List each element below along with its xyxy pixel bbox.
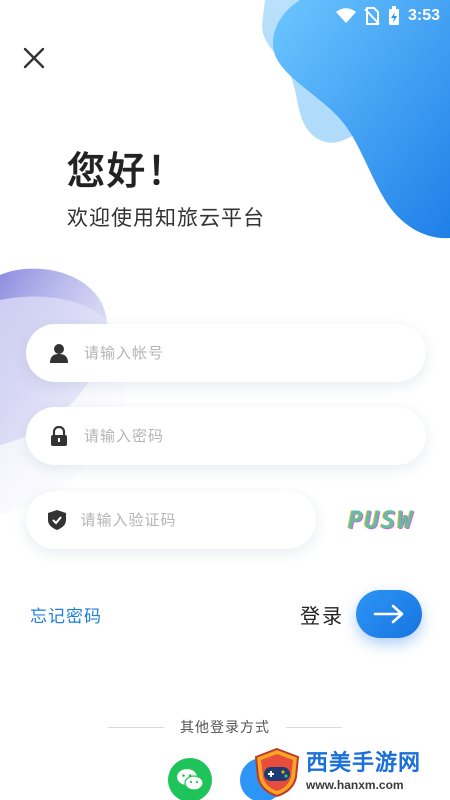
- wechat-icon: [177, 769, 204, 791]
- gamepad-shield-logo-icon: [254, 747, 300, 797]
- forgot-password-link[interactable]: 忘记密码: [30, 602, 102, 627]
- status-time: 3:53: [407, 7, 440, 24]
- divider-line-right: [286, 726, 342, 728]
- wifi-icon: [335, 8, 356, 24]
- battery-charging-icon: [388, 6, 400, 26]
- divider-line-left: [108, 726, 164, 728]
- greeting-title: 您好！: [67, 149, 188, 193]
- captcha-image[interactable]: PUSW: [336, 500, 426, 540]
- password-input[interactable]: [84, 427, 364, 445]
- status-bar: 3:53: [290, 0, 450, 32]
- close-icon: [23, 47, 45, 69]
- wechat-login-button[interactable]: [168, 758, 212, 800]
- other-login-label: 其他登录方式: [180, 720, 270, 736]
- no-sim-icon: [364, 7, 380, 25]
- watermark-text: 西美手游网 www.hanxm.com: [306, 751, 421, 793]
- watermark-url: www.hanxm.com: [306, 778, 404, 792]
- close-button[interactable]: [18, 42, 50, 74]
- other-login-divider: 其他登录方式: [0, 717, 450, 737]
- login-button[interactable]: [356, 590, 422, 638]
- captcha-field[interactable]: [26, 491, 316, 549]
- welcome-subtitle: 欢迎使用知旅云平台: [67, 206, 265, 230]
- account-field[interactable]: [26, 324, 426, 382]
- arrow-right-icon: [373, 604, 404, 624]
- login-screen: 3:53 您好！ 欢迎使用知旅云平台 PUSW 忘记密码 登录: [0, 0, 450, 800]
- site-watermark: 西美手游网 www.hanxm.com: [252, 744, 450, 800]
- user-icon: [48, 342, 70, 364]
- shield-icon: [48, 509, 67, 531]
- background-blob-decoration: [0, 0, 450, 514]
- password-field[interactable]: [26, 407, 426, 465]
- watermark-title: 西美手游网: [306, 751, 422, 776]
- captcha-input[interactable]: [80, 511, 316, 529]
- account-input[interactable]: [84, 344, 364, 362]
- login-label[interactable]: 登录: [300, 600, 344, 629]
- lock-icon: [48, 425, 70, 447]
